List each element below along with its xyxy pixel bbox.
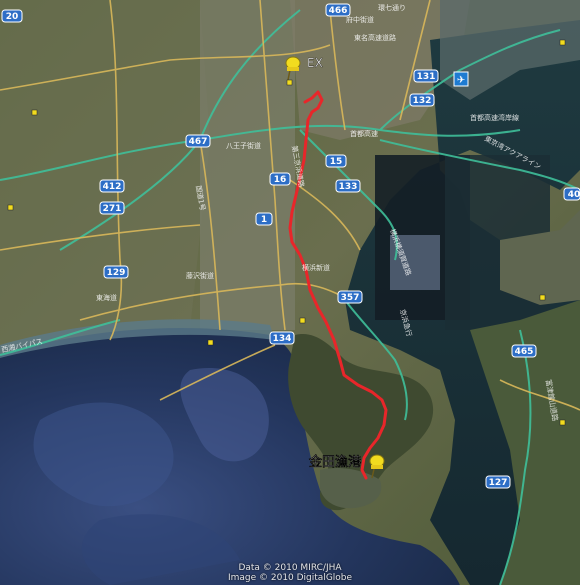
shield-467: 467: [185, 134, 211, 148]
shield-40: 40: [563, 187, 580, 201]
shield-16: 16: [269, 172, 291, 186]
airport-icon: ✈: [453, 71, 469, 87]
shield-1: 1: [255, 212, 273, 226]
road-label: 横浜新道: [302, 263, 330, 272]
svg-text:1: 1: [261, 215, 267, 225]
poi-marker: [539, 294, 546, 301]
road-label: 八王子街道: [226, 141, 261, 150]
svg-text:129: 129: [107, 268, 126, 278]
svg-text:271: 271: [103, 204, 122, 214]
svg-text:357: 357: [341, 293, 360, 303]
poi-marker: [207, 339, 214, 346]
poi-marker: [559, 39, 566, 46]
road-label: 藤沢街道: [186, 271, 214, 280]
shield-127: 127: [485, 475, 511, 489]
attribution-image: Image © 2010 DigitalGlobe: [227, 573, 353, 583]
poi-marker: [7, 204, 14, 211]
start-label: EX: [307, 56, 323, 70]
svg-text:412: 412: [103, 182, 122, 192]
svg-text:132: 132: [413, 96, 432, 106]
svg-text:16: 16: [274, 175, 287, 185]
shield-466: 466: [325, 3, 351, 17]
shield-271: 271: [99, 201, 125, 215]
svg-text:131: 131: [417, 72, 436, 82]
road-label: 府中街道: [346, 15, 374, 24]
poi-marker: [299, 317, 306, 324]
end-label: 金田漁港: [308, 454, 362, 470]
svg-text:466: 466: [329, 6, 348, 16]
map-canvas[interactable]: 20 466 131 132 467 412 271 16 15 133 1 1…: [0, 0, 580, 585]
svg-text:467: 467: [189, 137, 208, 147]
road-label: 東海道: [96, 293, 117, 302]
shield-134: 134: [269, 331, 295, 345]
svg-text:✈: ✈: [457, 75, 465, 86]
road-label: 首都高速: [350, 129, 378, 138]
poi-marker: [286, 79, 293, 86]
shield-357: 357: [337, 290, 363, 304]
shield-412: 412: [99, 179, 125, 193]
shield-132: 132: [409, 93, 435, 107]
svg-text:465: 465: [515, 347, 534, 357]
svg-text:20: 20: [6, 12, 19, 22]
satellite-map[interactable]: 20 466 131 132 467 412 271 16 15 133 1 1…: [0, 0, 580, 585]
poi-marker: [31, 109, 38, 116]
road-label: 環七通り: [378, 3, 406, 12]
shield-15: 15: [325, 154, 347, 168]
poi-marker: [559, 419, 566, 426]
shield-20: 20: [1, 9, 23, 23]
road-label: 首都高速湾岸線: [470, 113, 519, 122]
svg-text:40: 40: [568, 190, 580, 200]
shield-465: 465: [511, 344, 537, 358]
shield-131: 131: [413, 69, 439, 83]
attribution-data: Data © 2010 MIRC/JHA: [238, 563, 342, 573]
road-label: 東名高速道路: [354, 33, 396, 42]
svg-text:134: 134: [273, 334, 292, 344]
svg-text:127: 127: [489, 478, 508, 488]
shield-133: 133: [335, 179, 361, 193]
map-attribution: Data © 2010 MIRC/JHA Image © 2010 Digita…: [0, 563, 580, 583]
svg-text:15: 15: [330, 157, 343, 167]
svg-text:133: 133: [339, 182, 358, 192]
shield-129: 129: [103, 265, 129, 279]
